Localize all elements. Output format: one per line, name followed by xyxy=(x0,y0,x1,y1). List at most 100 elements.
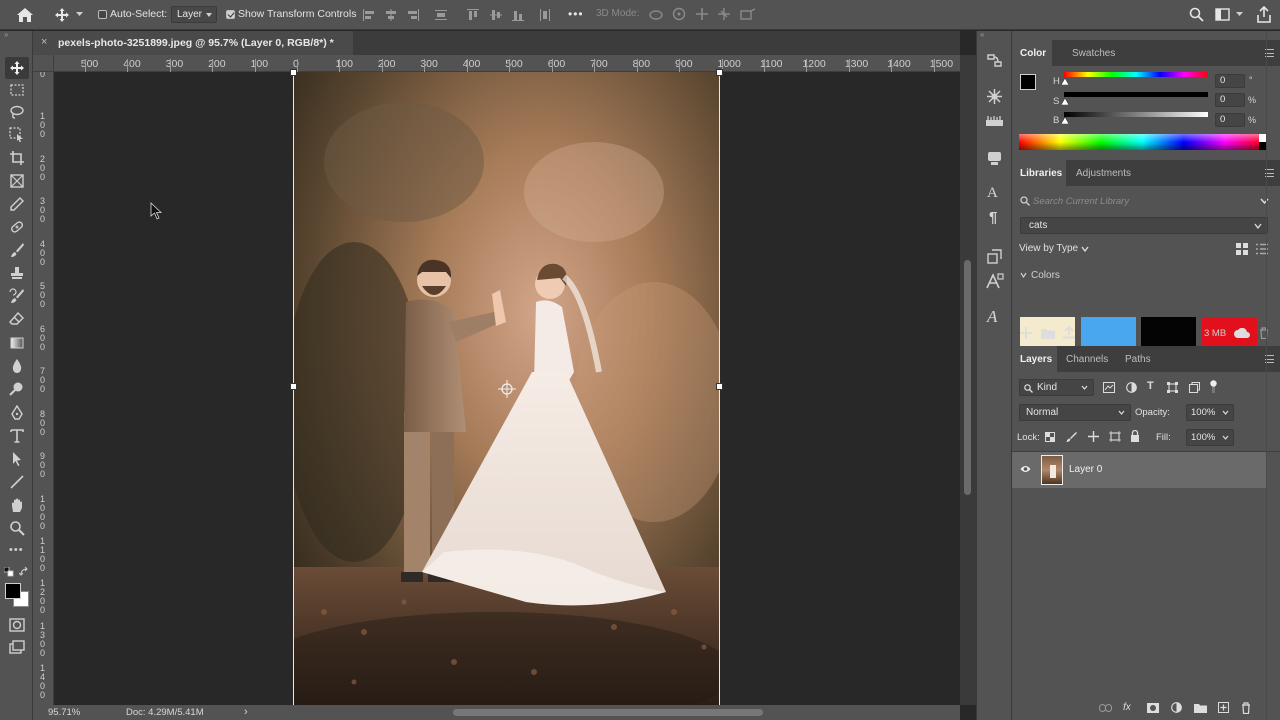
color-foreground-swatch[interactable] xyxy=(1020,74,1036,90)
blur-tool-icon[interactable] xyxy=(9,358,25,374)
tab-paths[interactable]: Paths xyxy=(1125,354,1151,365)
saturation-slider-handle[interactable] xyxy=(1061,98,1069,105)
chevron-down-icon[interactable] xyxy=(1020,272,1027,278)
spectrum-black[interactable] xyxy=(1259,142,1266,150)
collapse-icon[interactable]: » xyxy=(0,31,33,39)
move-tool-icon[interactable] xyxy=(9,60,25,76)
document-tab[interactable]: × pexels-photo-3251899.jpeg @ 95.7% (Lay… xyxy=(33,31,353,55)
tab-libraries[interactable]: Libraries xyxy=(1020,168,1062,179)
home-icon[interactable] xyxy=(16,7,34,23)
3d-pan-icon[interactable] xyxy=(695,7,709,21)
tab-layers[interactable]: Layers xyxy=(1020,354,1052,365)
cloud-icon[interactable] xyxy=(1234,328,1250,338)
object-select-tool-icon[interactable] xyxy=(9,127,25,143)
brightness-slider-handle[interactable] xyxy=(1061,117,1069,124)
vertical-scrollbar-thumb[interactable] xyxy=(964,260,971,495)
pixel-filter-icon[interactable] xyxy=(1103,382,1115,393)
eraser-tool-icon[interactable] xyxy=(9,311,25,327)
path-selection-tool-icon[interactable] xyxy=(9,451,25,467)
horizontal-scrollbar-thumb[interactable] xyxy=(453,709,763,716)
adjustment-filter-icon[interactable] xyxy=(1126,382,1137,393)
link-layers-icon[interactable] xyxy=(1099,704,1112,712)
marquee-tool-icon[interactable] xyxy=(9,82,25,98)
type-filter-icon[interactable]: T xyxy=(1147,380,1154,392)
transform-handle-top-left[interactable] xyxy=(290,69,297,76)
3d-scale-icon[interactable] xyxy=(740,8,756,21)
align-top-icon[interactable] xyxy=(466,8,480,22)
layer-name[interactable]: Layer 0 xyxy=(1069,464,1102,475)
saturation-value-field[interactable]: 0 xyxy=(1215,93,1245,107)
layer-row[interactable]: Layer 0 xyxy=(1012,452,1266,488)
crop-tool-icon[interactable] xyxy=(9,150,25,166)
distribute-vertical-icon[interactable] xyxy=(538,8,552,22)
history-brush-tool-icon[interactable] xyxy=(9,288,25,304)
3d-orbit-icon[interactable] xyxy=(648,8,664,22)
zoom-level[interactable]: 95.71% xyxy=(48,707,80,718)
brushes-icon[interactable] xyxy=(985,115,1004,127)
screen-mode-icon[interactable] xyxy=(9,640,25,656)
chevron-down-icon[interactable] xyxy=(1236,12,1243,17)
character-styles-icon[interactable] xyxy=(985,273,1004,290)
zoom-tool-icon[interactable] xyxy=(9,520,25,536)
tab-adjustments[interactable]: Adjustments xyxy=(1076,168,1131,179)
lasso-tool-icon[interactable] xyxy=(9,104,25,120)
history-panel-icon[interactable] xyxy=(986,52,1003,69)
lock-all-icon[interactable] xyxy=(1130,430,1140,442)
colors-section-label[interactable]: Colors xyxy=(1031,270,1060,281)
swap-colors-icon[interactable] xyxy=(19,567,29,577)
adjustment-layer-icon[interactable] xyxy=(1171,702,1182,713)
blend-mode-select[interactable]: Normal xyxy=(1019,404,1131,421)
transform-handle-top-right[interactable] xyxy=(716,69,723,76)
properties-icon[interactable] xyxy=(986,150,1003,167)
fill-field[interactable]: 100% xyxy=(1186,429,1234,446)
spectrum-white[interactable] xyxy=(1259,134,1266,142)
brush-tool-icon[interactable] xyxy=(9,242,25,258)
foreground-color-swatch[interactable] xyxy=(5,583,21,599)
add-icon[interactable] xyxy=(1020,327,1032,339)
chevron-down-icon[interactable] xyxy=(76,12,83,17)
lock-image-icon[interactable] xyxy=(1066,431,1077,442)
brightness-value-field[interactable]: 0 xyxy=(1215,113,1245,127)
hue-slider-handle[interactable] xyxy=(1061,78,1069,85)
lock-position-icon[interactable] xyxy=(1088,431,1099,442)
smart-object-filter-icon[interactable] xyxy=(1189,382,1200,393)
dodge-tool-icon[interactable] xyxy=(9,381,25,397)
delete-layer-icon[interactable] xyxy=(1241,702,1251,714)
align-bottom-icon[interactable] xyxy=(511,8,525,22)
glyphs-panel-icon[interactable] xyxy=(986,248,1003,265)
default-colors-icon[interactable] xyxy=(4,567,14,577)
saturation-slider[interactable] xyxy=(1064,92,1208,97)
align-middle-icon[interactable] xyxy=(489,8,503,22)
eye-icon[interactable] xyxy=(1020,465,1031,473)
chevron-down-icon[interactable] xyxy=(1081,246,1089,252)
share-icon[interactable] xyxy=(1257,6,1271,23)
more-options-button[interactable]: ••• xyxy=(568,7,584,21)
folder-icon[interactable] xyxy=(1041,327,1055,339)
character-panel-icon[interactable]: A xyxy=(987,185,998,202)
lock-artboard-icon[interactable] xyxy=(1109,431,1121,442)
shape-filter-icon[interactable] xyxy=(1167,382,1178,393)
3d-slide-icon[interactable] xyxy=(717,7,731,21)
pen-tool-icon[interactable] xyxy=(9,405,25,421)
healing-brush-tool-icon[interactable] xyxy=(9,219,25,235)
move-tool-icon[interactable] xyxy=(54,7,70,23)
3d-roll-icon[interactable] xyxy=(672,7,686,21)
new-layer-icon[interactable] xyxy=(1218,702,1229,713)
quick-mask-icon[interactable] xyxy=(9,617,25,633)
align-right-icon[interactable] xyxy=(406,8,420,22)
auto-select-dropdown[interactable]: Layer xyxy=(171,6,217,23)
align-left-icon[interactable] xyxy=(362,8,376,22)
layer-filter-kind[interactable]: Kind xyxy=(1019,379,1094,396)
align-center-icon[interactable] xyxy=(384,8,398,22)
search-icon[interactable] xyxy=(1189,7,1204,22)
tab-channels[interactable]: Channels xyxy=(1066,354,1108,365)
gradient-tool-icon[interactable] xyxy=(9,335,25,351)
frame-tool-icon[interactable] xyxy=(9,173,25,189)
opacity-field[interactable]: 100% xyxy=(1186,404,1234,421)
expand-icon[interactable]: « xyxy=(977,31,1011,39)
layer-style-icon[interactable]: fx xyxy=(1123,702,1131,713)
group-folder-icon[interactable] xyxy=(1194,703,1207,713)
upload-icon[interactable] xyxy=(1063,326,1075,339)
library-select[interactable]: cats xyxy=(1020,217,1268,234)
vertical-scrollbar[interactable] xyxy=(960,55,976,705)
